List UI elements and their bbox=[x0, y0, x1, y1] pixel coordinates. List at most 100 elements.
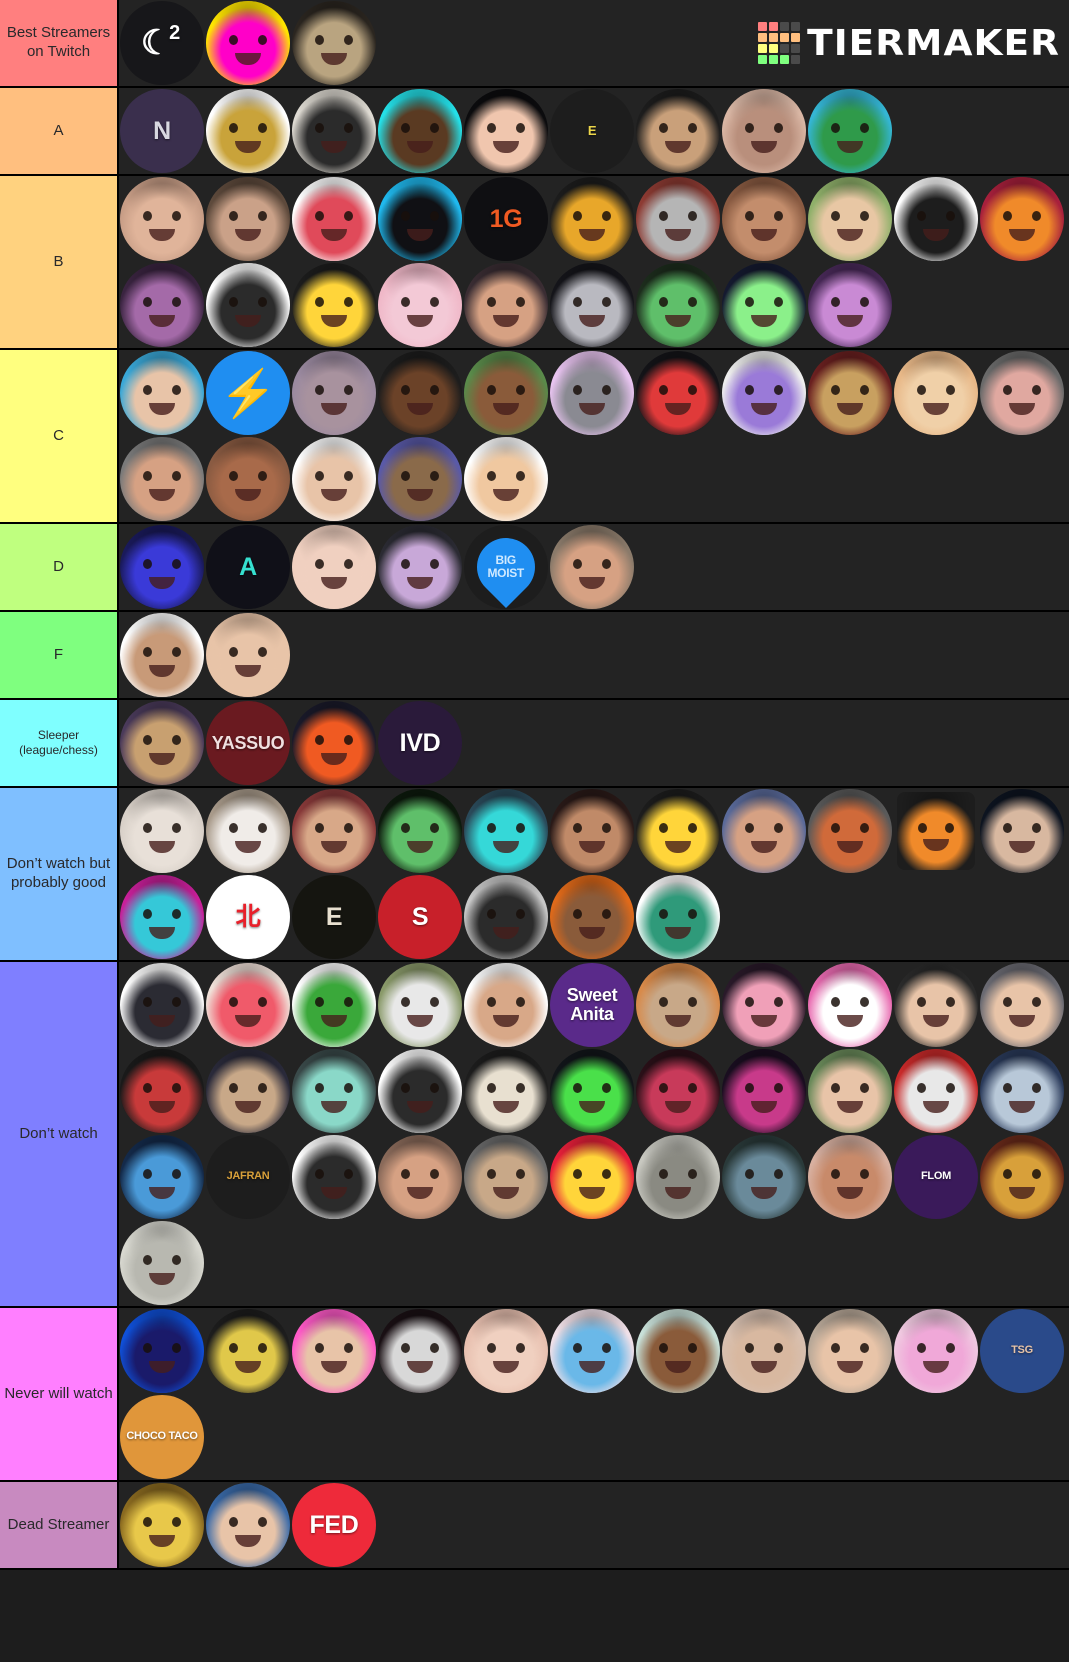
tier-item[interactable] bbox=[377, 176, 463, 262]
red-hair-glitch-girl-avatar[interactable] bbox=[636, 1049, 720, 1133]
anime-brown-hair-boy-avatar[interactable] bbox=[636, 1309, 720, 1393]
wide-eyes-big-smile-avatar[interactable] bbox=[206, 437, 290, 521]
tier-item[interactable] bbox=[377, 1308, 463, 1394]
tier-item[interactable] bbox=[291, 1048, 377, 1134]
tier-item[interactable] bbox=[291, 962, 377, 1048]
tier-label[interactable]: C bbox=[0, 350, 119, 522]
orange-devil-cartoon-avatar[interactable] bbox=[980, 177, 1064, 261]
tier-item[interactable] bbox=[893, 788, 979, 874]
tier-item[interactable] bbox=[721, 262, 807, 348]
anime-teal-hair-avatar[interactable] bbox=[292, 1049, 376, 1133]
sunglasses-code-background-avatar[interactable] bbox=[980, 789, 1064, 873]
sepia-sketch-avatar[interactable] bbox=[292, 1, 376, 85]
tier-item[interactable]: IVD bbox=[377, 700, 463, 786]
blue-hooded-gamer-avatar[interactable] bbox=[378, 437, 462, 521]
black-hoodie-teen-avatar[interactable] bbox=[378, 1049, 462, 1133]
black-cap-closed-eyes-avatar[interactable] bbox=[292, 437, 376, 521]
tier-item[interactable]: TSG bbox=[979, 1308, 1065, 1394]
laughing-man-green-avatar[interactable] bbox=[464, 351, 548, 435]
tier-label[interactable]: D bbox=[0, 524, 119, 610]
green-vinesauce-shield-avatar[interactable] bbox=[378, 789, 462, 873]
crown-sunglasses-man-avatar[interactable] bbox=[636, 789, 720, 873]
pink-hair-anime-girl-avatar[interactable] bbox=[378, 263, 462, 347]
squinting-bald-man-avatar[interactable] bbox=[464, 963, 548, 1047]
anime-big-eyes-avatar[interactable] bbox=[550, 1309, 634, 1393]
tier-item[interactable] bbox=[119, 1220, 205, 1306]
tier-item[interactable] bbox=[807, 788, 893, 874]
tier-item[interactable] bbox=[807, 176, 893, 262]
tier-item[interactable]: Sweet Anita bbox=[549, 962, 635, 1048]
neon-green-arrow-man-avatar[interactable] bbox=[550, 1049, 634, 1133]
tier-item[interactable]: N bbox=[119, 88, 205, 174]
tier-item[interactable] bbox=[807, 1134, 893, 1220]
woman-headband-avatar[interactable] bbox=[120, 437, 204, 521]
green-suit-collage-avatar[interactable] bbox=[636, 263, 720, 347]
tier-item[interactable] bbox=[291, 788, 377, 874]
tier-item[interactable] bbox=[463, 1048, 549, 1134]
blurry-purple-face-avatar[interactable] bbox=[292, 351, 376, 435]
anime-grin-character-avatar[interactable] bbox=[722, 963, 806, 1047]
grey-rat-purple-avatar[interactable] bbox=[550, 351, 634, 435]
tier-item[interactable] bbox=[807, 1308, 893, 1394]
laughing-bald-man-avatar[interactable] bbox=[292, 525, 376, 609]
big-teeth-smile-avatar[interactable] bbox=[464, 1309, 548, 1393]
shocked-ginger-man-avatar[interactable] bbox=[292, 789, 376, 873]
tier-item[interactable] bbox=[635, 1134, 721, 1220]
white-ghost-blob-avatar[interactable] bbox=[894, 177, 978, 261]
tiermaker-logo[interactable]: TIERMAKER bbox=[757, 22, 1059, 64]
anime-pumpkin-hat-avatar[interactable] bbox=[550, 177, 634, 261]
tier-item[interactable] bbox=[635, 788, 721, 874]
tier-label[interactable]: Best Streamers on Twitch bbox=[0, 0, 119, 86]
tier-label[interactable]: A bbox=[0, 88, 119, 174]
blue-dashed-fish-avatar[interactable] bbox=[120, 1135, 204, 1219]
brunette-selfie-avatar[interactable] bbox=[378, 1135, 462, 1219]
tier-item[interactable] bbox=[635, 176, 721, 262]
tier-item[interactable] bbox=[549, 1308, 635, 1394]
tier-item[interactable]: S bbox=[377, 874, 463, 960]
pink-flower-logo-avatar[interactable] bbox=[808, 963, 892, 1047]
tier-item[interactable] bbox=[463, 874, 549, 960]
tier-item[interactable] bbox=[119, 612, 205, 698]
girl-purple-shirt-avatar[interactable] bbox=[808, 1309, 892, 1393]
tier-item[interactable] bbox=[549, 1134, 635, 1220]
league-champion-draven-avatar[interactable] bbox=[120, 701, 204, 785]
stream-scene-bald-avatar[interactable] bbox=[206, 1049, 290, 1133]
white-mask-glasses-avatar[interactable] bbox=[206, 263, 290, 347]
tier-item[interactable] bbox=[205, 1308, 291, 1394]
yellow-blob-headphones-avatar[interactable] bbox=[292, 263, 376, 347]
tier-item[interactable] bbox=[377, 962, 463, 1048]
red-s-chat-logo-avatar[interactable]: S bbox=[378, 875, 462, 959]
tier-item[interactable] bbox=[721, 788, 807, 874]
tier-item[interactable] bbox=[549, 1048, 635, 1134]
tier-item[interactable] bbox=[119, 962, 205, 1048]
purple-sunset-anime-avatar[interactable] bbox=[808, 263, 892, 347]
tier-item[interactable] bbox=[893, 1308, 979, 1394]
tier-item[interactable]: FED bbox=[291, 1482, 377, 1568]
tier-item[interactable] bbox=[635, 1048, 721, 1134]
tier-item[interactable] bbox=[463, 436, 549, 522]
green-viking-king-avatar[interactable] bbox=[808, 89, 892, 173]
teeth-grin-man-avatar[interactable] bbox=[722, 177, 806, 261]
tier-item[interactable] bbox=[549, 874, 635, 960]
tier-item[interactable] bbox=[721, 88, 807, 174]
tier-items[interactable]: 北ES bbox=[119, 788, 1069, 960]
white-cat-photo-avatar[interactable] bbox=[120, 789, 204, 873]
mustache-man-avatar[interactable] bbox=[206, 177, 290, 261]
tier-item[interactable] bbox=[291, 262, 377, 348]
tier-item[interactable]: 北 bbox=[205, 874, 291, 960]
tier-item[interactable] bbox=[119, 262, 205, 348]
tier-item[interactable] bbox=[205, 788, 291, 874]
blue-mask-face-logo-avatar[interactable] bbox=[120, 525, 204, 609]
green-skin-stripes-avatar[interactable] bbox=[292, 963, 376, 1047]
tier-label[interactable]: Sleeper (league/chess) bbox=[0, 700, 119, 786]
tier-items[interactable]: YASSUO IVD bbox=[119, 700, 1069, 786]
glasses-asian-man-avatar[interactable] bbox=[636, 963, 720, 1047]
tier-item[interactable]: ⚡ bbox=[205, 350, 291, 436]
letter-n-avatar[interactable]: N bbox=[120, 89, 204, 173]
tier-item[interactable] bbox=[721, 1134, 807, 1220]
tier-item[interactable] bbox=[807, 350, 893, 436]
sweet-anita-logo-avatar[interactable]: Sweet Anita bbox=[550, 963, 634, 1047]
blue-lightning-bolt-avatar[interactable]: ⚡ bbox=[206, 351, 290, 435]
tier-item[interactable] bbox=[291, 1134, 377, 1220]
squinting-yellow-face-avatar[interactable] bbox=[894, 351, 978, 435]
